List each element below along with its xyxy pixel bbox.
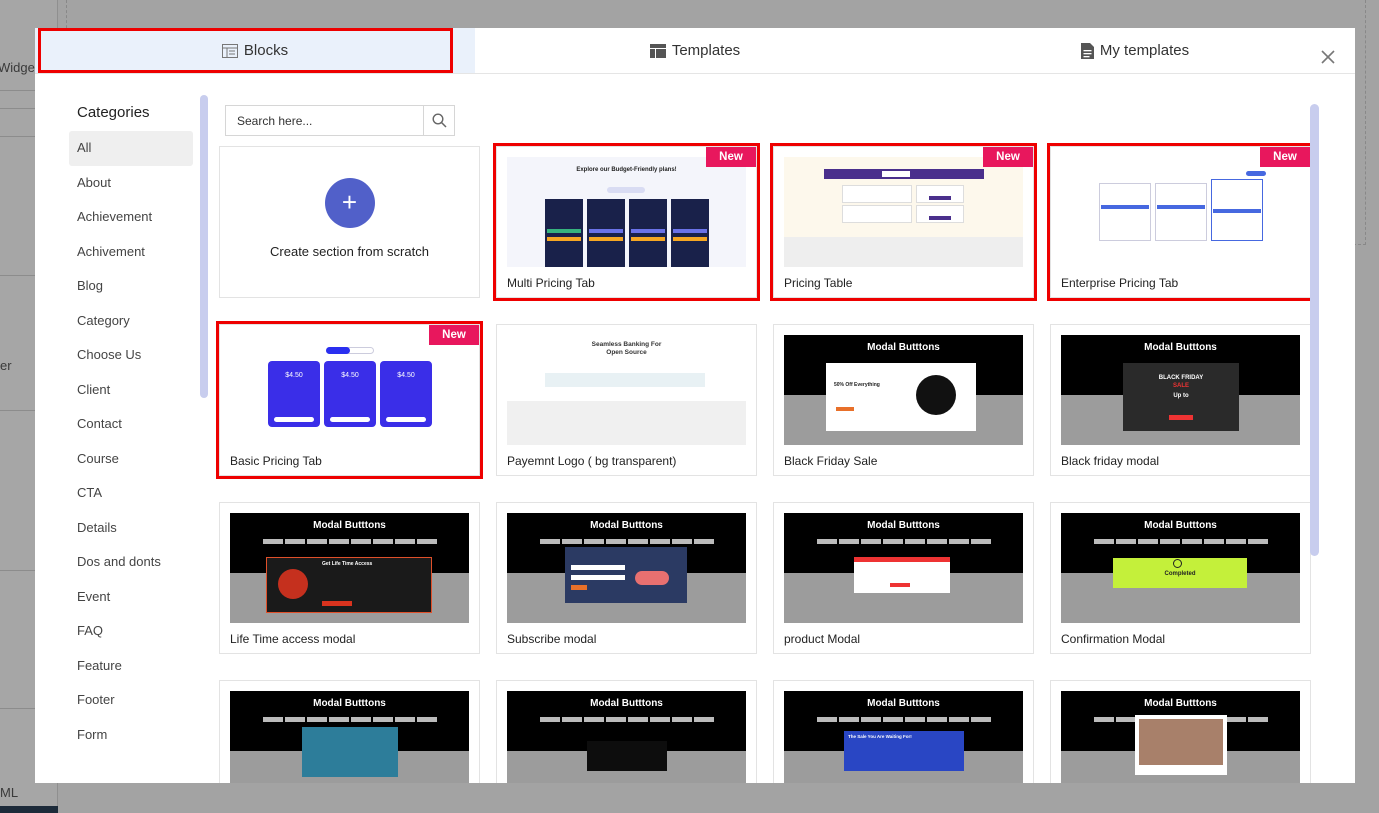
tab-blocks-label: Blocks (243, 42, 289, 59)
categories-title: Categories (77, 104, 150, 121)
block-card-label: Basic Pricing Tab (230, 454, 322, 468)
block-card-label: Payemnt Logo ( bg transparent) (507, 454, 677, 468)
block-card-pricing-table[interactable]: Pricing Table New (770, 143, 1037, 301)
modal-tabs: Blocks Templates My templates (35, 28, 1355, 74)
background-label: er (0, 358, 12, 373)
category-item-contact[interactable]: Contact (69, 407, 193, 442)
category-item-all[interactable]: All (69, 131, 193, 166)
search-icon (431, 113, 447, 128)
block-card-countdown-modal[interactable]: Modal Butttons (496, 680, 757, 783)
new-badge: New (1260, 147, 1310, 167)
block-card-label: product Modal (784, 632, 861, 646)
category-item-achivement[interactable]: Achivement (69, 235, 193, 270)
new-badge: New (429, 325, 479, 345)
new-badge: New (983, 147, 1033, 167)
create-from-scratch-card[interactable]: + Create section from scratch (219, 146, 480, 298)
block-thumbnail (784, 157, 1023, 267)
background-html-label: ML (0, 785, 19, 800)
block-card-black-friday-modal[interactable]: Modal Butttons BLACK FRIDAY SALE Up to B… (1050, 324, 1311, 476)
block-thumbnail: Modal Butttons Get Life Time Access (230, 513, 469, 623)
block-thumbnail: Modal Butttons (1061, 691, 1300, 783)
category-item-choose-us[interactable]: Choose Us (69, 338, 193, 373)
category-item-blog[interactable]: Blog (69, 269, 193, 304)
tab-my-templates[interactable]: My templates (915, 28, 1355, 73)
block-card-label: Life Time access modal (230, 632, 356, 646)
search-button[interactable] (423, 106, 454, 135)
create-from-scratch-label: Create section from scratch (270, 243, 429, 259)
search-box (225, 105, 455, 136)
category-item-course[interactable]: Course (69, 442, 193, 477)
block-card-multi-pricing-tab[interactable]: Explore our Budget-Friendly plans! Multi… (493, 143, 760, 301)
document-icon (1080, 42, 1094, 59)
category-item-about[interactable]: About (69, 166, 193, 201)
block-card-label: Pricing Table (784, 276, 853, 290)
block-thumbnail: Modal Butttons BLACK FRIDAY SALE Up to (1061, 335, 1300, 445)
categories-scrollbar[interactable] (200, 95, 208, 398)
search-input[interactable] (226, 106, 423, 135)
block-library-modal: Blocks Templates My templates Categories… (35, 28, 1355, 783)
block-thumbnail: Modal Butttons (784, 513, 1023, 623)
category-item-client[interactable]: Client (69, 373, 193, 408)
block-thumbnail: Modal Butttons The Sale You Are Waiting … (784, 691, 1023, 783)
close-icon[interactable] (1319, 48, 1337, 66)
block-thumbnail: Modal Butttons (507, 513, 746, 623)
new-badge: New (706, 147, 756, 167)
block-thumbnail (1061, 157, 1300, 267)
block-card-basic-pricing-tab[interactable]: $4.50 $4.50 $4.50 Basic Pricing Tab New (216, 321, 483, 479)
block-card-label: Subscribe modal (507, 632, 597, 646)
block-thumbnail: Seamless Banking For Open Source (507, 335, 746, 445)
tab-templates-label: Templates (671, 42, 741, 59)
block-card-label: Enterprise Pricing Tab (1061, 276, 1179, 290)
block-thumbnail: Explore our Budget-Friendly plans! (507, 157, 746, 267)
category-item-cta[interactable]: CTA (69, 476, 193, 511)
blocks-icon (221, 43, 238, 58)
tab-templates[interactable]: Templates (475, 28, 915, 73)
block-thumbnail: Modal Butttons Completed (1061, 513, 1300, 623)
block-card-payment-logo[interactable]: Seamless Banking For Open Source Payemnt… (496, 324, 757, 476)
block-card-subscribe-modal[interactable]: Modal Butttons Subscribe modal (496, 502, 757, 654)
tab-my-templates-label: My templates (1099, 42, 1190, 59)
categories-list: All About Achievement Achivement Blog Ca… (69, 131, 193, 752)
block-card-black-friday-sale[interactable]: Modal Butttons 50% Off Everything Black … (773, 324, 1034, 476)
category-item-details[interactable]: Details (69, 511, 193, 546)
category-item-footer[interactable]: Footer (69, 683, 193, 718)
templates-icon (649, 43, 666, 58)
block-card-image-modal[interactable]: Modal Butttons (1050, 680, 1311, 783)
block-card-label: Black friday modal (1061, 454, 1160, 468)
tab-blocks[interactable]: Blocks (35, 28, 475, 73)
block-card-label: Multi Pricing Tab (507, 276, 595, 290)
block-card-confirmation-modal[interactable]: Modal Butttons Completed Confirmation Mo… (1050, 502, 1311, 654)
block-card-label: Confirmation Modal (1061, 632, 1166, 646)
content-scrollbar[interactable] (1310, 104, 1319, 556)
plus-icon: + (324, 177, 375, 228)
block-card-enterprise-pricing-tab[interactable]: Enterprise Pricing Tab New (1047, 143, 1314, 301)
category-item-feature[interactable]: Feature (69, 649, 193, 684)
category-item-form[interactable]: Form (69, 718, 193, 753)
category-item-event[interactable]: Event (69, 580, 193, 615)
block-thumbnail: Modal Butttons 50% Off Everything (784, 335, 1023, 445)
category-item-faq[interactable]: FAQ (69, 614, 193, 649)
category-item-dos-and-donts[interactable]: Dos and donts (69, 545, 193, 580)
block-thumbnail: $4.50 $4.50 $4.50 (230, 335, 469, 445)
block-card-sale-modal[interactable]: Modal Butttons The Sale You Are Waiting … (773, 680, 1034, 783)
block-card-label: Black Friday Sale (784, 454, 878, 468)
category-item-achievement[interactable]: Achievement (69, 200, 193, 235)
block-thumbnail: Modal Butttons (230, 691, 469, 783)
block-card-product-modal[interactable]: Modal Butttons product Modal (773, 502, 1034, 654)
background-widgets-label: Widget (0, 60, 39, 75)
block-card-life-time-access-modal[interactable]: Modal Butttons Get Life Time Access Life… (219, 502, 480, 654)
category-item-category[interactable]: Category (69, 304, 193, 339)
block-thumbnail: Modal Butttons (507, 691, 746, 783)
block-card-video-modal[interactable]: Modal Butttons (219, 680, 480, 783)
